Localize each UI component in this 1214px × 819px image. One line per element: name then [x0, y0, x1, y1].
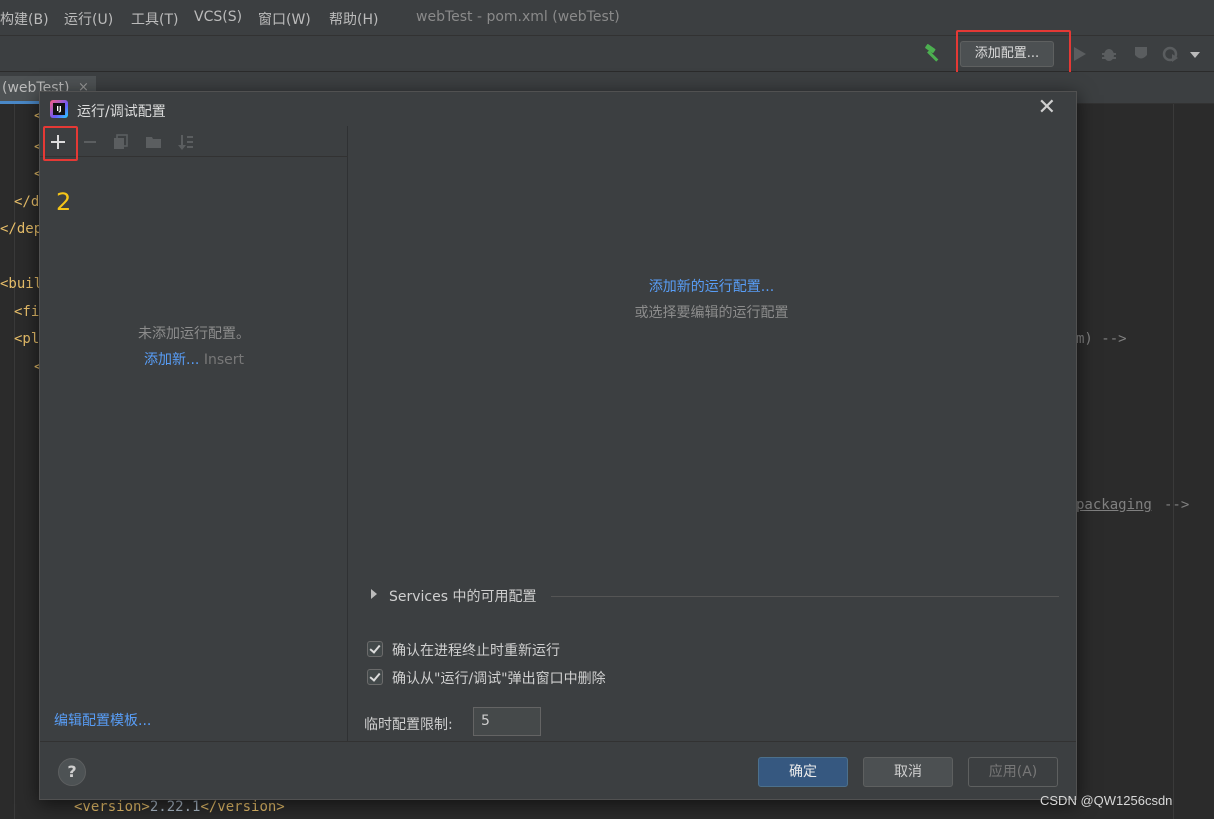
divider [551, 596, 1059, 597]
code-line: <buil [0, 276, 43, 292]
help-button[interactable]: ? [58, 758, 86, 786]
profile-icon[interactable] [1162, 45, 1180, 63]
dialog-title: 运行/调试配置 [77, 104, 166, 120]
code-comment: m) --> [1076, 331, 1127, 347]
window-title: webTest - pom.xml (webTest) [416, 9, 620, 25]
confirm-rerun-label: 确认在进程终止时重新运行 [392, 643, 560, 659]
cancel-button[interactable]: 取消 [863, 757, 953, 787]
menu-build[interactable]: 构建(B) [0, 9, 49, 29]
coverage-icon[interactable] [1132, 45, 1150, 63]
close-icon[interactable]: ✕ [1038, 96, 1056, 120]
indent-guide [14, 104, 15, 819]
expand-arrow-icon [371, 589, 377, 599]
add-new-row: 添加新... Insert [40, 349, 348, 369]
edit-templates-link[interactable]: 编辑配置模板... [54, 710, 151, 730]
confirm-rerun-checkbox[interactable] [367, 641, 383, 657]
confirm-delete-checkbox[interactable] [367, 669, 383, 685]
xml-text: 2.22.1 [149, 799, 201, 815]
temp-config-limit-input[interactable]: 5 [473, 707, 541, 736]
select-hint-text: 或选择要编辑的运行配置 [634, 305, 789, 321]
menu-tools[interactable]: 工具(T) [131, 9, 178, 29]
empty-config-message: 未添加运行配置。 [138, 326, 250, 342]
config-detail-pane: 添加新的运行配置... 或选择要编辑的运行配置 Services 中的可用配置 … [349, 126, 1076, 741]
sort-icon[interactable] [177, 133, 195, 151]
code-line: </dep [0, 221, 43, 237]
xml-open-tag: <version> [74, 799, 150, 815]
code-line-version: <version>2.22.1</version> [74, 799, 285, 815]
code-comment: --> [1164, 497, 1190, 513]
dialog-title-bar[interactable]: IJ 运行/调试配置 ✕ [40, 92, 1076, 126]
annotation-highlight-2 [43, 126, 78, 161]
watermark: CSDN @QW1256csdn [1040, 793, 1173, 808]
right-margin-line [1173, 104, 1174, 819]
annotation-number-2: 2 [56, 188, 72, 216]
xml-close-tag: </version> [200, 799, 285, 815]
build-hammer-icon[interactable] [922, 44, 944, 64]
intellij-logo-icon: IJ [50, 100, 68, 118]
debug-icon[interactable] [1100, 45, 1118, 63]
run-debug-config-dialog: IJ 运行/调试配置 ✕ 2 未添加运行配置。 添加新... Insert 编辑… [39, 91, 1077, 800]
annotation-highlight-1 [956, 30, 1071, 76]
config-tree-pane: 2 未添加运行配置。 添加新... Insert 编辑配置模板... [40, 126, 348, 741]
code-line: <pl [14, 331, 40, 347]
code-line: <fi [14, 304, 40, 320]
code-line: </d [14, 194, 40, 210]
confirm-delete-label: 确认从"运行/调试"弹出窗口中删除 [392, 671, 606, 687]
temp-config-limit-label: 临时配置限制: [364, 717, 453, 733]
config-tree-toolbar [40, 126, 348, 157]
shortcut-hint: Insert [199, 352, 244, 368]
apply-button[interactable]: 应用(A) [968, 757, 1058, 787]
menu-window[interactable]: 窗口(W) [258, 9, 311, 29]
run-icon[interactable] [1070, 45, 1088, 63]
remove-icon[interactable] [81, 133, 99, 151]
add-new-link[interactable]: 添加新... [144, 352, 199, 368]
code-comment-link[interactable]: packaging [1076, 497, 1152, 513]
chevron-down-icon[interactable] [1190, 51, 1200, 59]
dialog-footer: ? 确定 取消 应用(A) [40, 741, 1076, 800]
copy-icon[interactable] [112, 133, 130, 151]
menu-vcs[interactable]: VCS(S) [194, 9, 242, 25]
add-run-config-link[interactable]: 添加新的运行配置... [349, 276, 1074, 296]
services-section-toggle[interactable]: Services 中的可用配置 [369, 586, 1059, 606]
services-section-label: Services 中的可用配置 [389, 589, 537, 605]
menu-run[interactable]: 运行(U) [64, 9, 113, 29]
menu-help[interactable]: 帮助(H) [329, 9, 378, 29]
folder-add-icon[interactable] [145, 133, 163, 151]
ok-button[interactable]: 确定 [758, 757, 848, 787]
